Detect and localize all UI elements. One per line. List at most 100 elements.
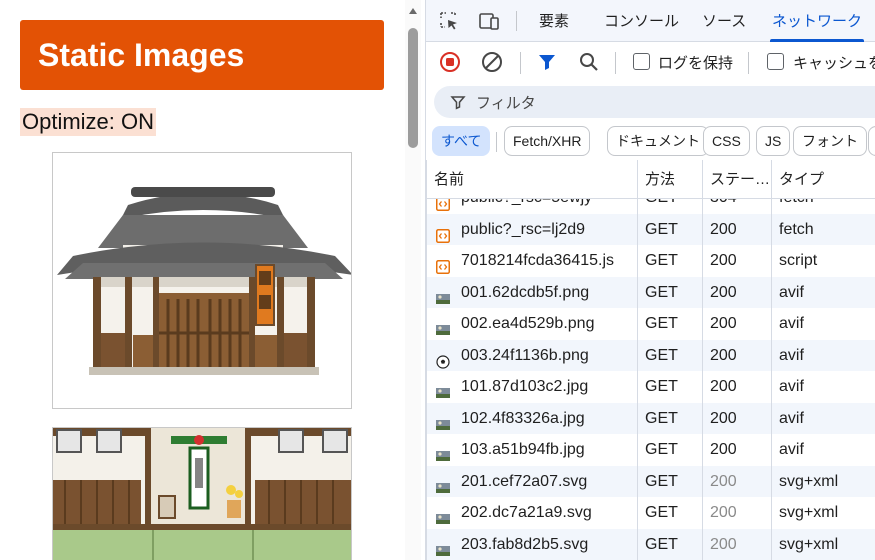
- chip-all[interactable]: すべて: [432, 126, 491, 156]
- request-name: 003.24f1136b.png: [461, 346, 589, 364]
- page-title: Static Images: [20, 20, 384, 90]
- column-name[interactable]: 名前: [426, 160, 464, 199]
- request-status: 200: [710, 441, 737, 458]
- request-method: GET: [645, 315, 678, 332]
- column-divider: [426, 160, 427, 560]
- request-type: avif: [779, 283, 804, 301]
- filter-funnel-icon[interactable]: [535, 50, 559, 74]
- filter-input[interactable]: フィルタ: [434, 86, 875, 118]
- image-thumb-icon: [436, 538, 450, 556]
- request-rows: public?_rsc=5ewjyGET304fetchpublic?_rsc=…: [426, 182, 875, 560]
- request-name: 201.cef72a07.svg: [461, 472, 588, 490]
- dojo-image: [52, 152, 352, 409]
- preserve-log-checkbox[interactable]: [633, 53, 650, 70]
- chip-js[interactable]: JS: [756, 126, 791, 156]
- tatami-room-image: [52, 427, 352, 560]
- chip-more[interactable]: [868, 126, 875, 156]
- request-method: GET: [645, 409, 678, 427]
- disable-cache-label: キャッシュを無: [793, 55, 875, 72]
- request-status: 200: [710, 220, 737, 238]
- disable-cache-checkbox[interactable]: [767, 53, 784, 70]
- request-name: 7018214fcda36415.js: [461, 252, 615, 269]
- network-toolbar: ログを保持 キャッシュを無: [426, 42, 875, 82]
- table-row[interactable]: 201.cef72a07.svg GET 200 svg+xml: [426, 465, 875, 497]
- request-method: GET: [645, 220, 678, 238]
- request-method: GET: [645, 441, 678, 458]
- soccer-ball-icon: [436, 349, 450, 369]
- request-method: GET: [645, 378, 678, 395]
- toolbar-separator: [520, 52, 521, 74]
- column-divider[interactable]: [771, 160, 772, 560]
- column-divider[interactable]: [702, 160, 703, 560]
- request-status: 200: [710, 409, 737, 427]
- request-status: 200: [710, 472, 737, 490]
- table-row[interactable]: 103.a51b94fb.jpg GET 200 avif: [426, 434, 875, 466]
- table-row[interactable]: 7018214fcda36415.js GET 200 script: [426, 245, 875, 277]
- page-scrollbar-thumb[interactable]: [408, 28, 418, 148]
- device-toolbar-icon[interactable]: [478, 10, 500, 32]
- column-type[interactable]: タイプ: [771, 160, 824, 199]
- request-method: GET: [645, 283, 678, 301]
- request-type: avif: [779, 346, 804, 364]
- table-row[interactable]: public?_rsc=lj2d9 GET 200 fetch: [426, 213, 875, 245]
- tab-separator: [516, 11, 517, 31]
- chip-separator: [496, 132, 497, 152]
- request-type: avif: [779, 378, 804, 395]
- request-type: avif: [779, 441, 804, 458]
- page-scrollbar[interactable]: [405, 0, 421, 560]
- image-thumb-icon: [436, 443, 450, 461]
- request-type: avif: [779, 315, 804, 332]
- request-type: svg+xml: [779, 504, 839, 521]
- column-status[interactable]: ステー…: [702, 160, 770, 199]
- table-header: 名前 方法 ステー… タイプ: [426, 160, 875, 199]
- request-status: 200: [710, 346, 737, 364]
- table-row[interactable]: 002.ea4d529b.png GET 200 avif: [426, 308, 875, 340]
- tab-console[interactable]: コンソール: [604, 0, 679, 42]
- request-type: svg+xml: [779, 535, 839, 553]
- request-status: 200: [710, 535, 737, 553]
- request-name: 001.62dcdb5f.png: [461, 283, 590, 301]
- request-method: GET: [645, 535, 678, 553]
- request-name: 002.ea4d529b.png: [461, 315, 595, 332]
- stop-recording-icon[interactable]: [438, 50, 462, 74]
- request-name: 202.dc7a21a9.svg: [461, 504, 592, 521]
- image-thumb-icon: [436, 506, 450, 524]
- toolbar-separator: [615, 52, 616, 74]
- network-request-table: 名前 方法 ステー… タイプ public?_rsc=5ewjyGET304fe…: [426, 160, 875, 560]
- chip-document[interactable]: ドキュメント: [607, 126, 709, 156]
- request-method: GET: [645, 252, 678, 269]
- table-row[interactable]: 203.fab8d2b5.svg GET 200 svg+xml: [426, 528, 875, 560]
- request-status: 200: [710, 315, 737, 332]
- request-status: 200: [710, 283, 737, 301]
- image-thumb-icon: [436, 286, 450, 304]
- code-file-icon: [436, 223, 450, 243]
- request-name: 203.fab8d2b5.svg: [461, 535, 589, 553]
- chip-css[interactable]: CSS: [703, 126, 750, 156]
- inspect-element-icon[interactable]: [438, 10, 460, 32]
- image-thumb-icon: [436, 475, 450, 493]
- table-row[interactable]: 202.dc7a21a9.svg GET 200 svg+xml: [426, 497, 875, 529]
- table-row[interactable]: 001.62dcdb5f.png GET 200 avif: [426, 276, 875, 308]
- clear-icon[interactable]: [480, 50, 504, 74]
- screen: Static Images Optimize: ON 要素 コンソール ソース …: [0, 0, 875, 560]
- preserve-log-label: ログを保持: [658, 55, 734, 72]
- column-divider[interactable]: [637, 160, 638, 560]
- table-row[interactable]: 102.4f83326a.jpg GET 200 avif: [426, 402, 875, 434]
- tab-sources[interactable]: ソース: [702, 0, 746, 42]
- chip-font[interactable]: フォント: [793, 126, 867, 156]
- chip-fetch-xhr[interactable]: Fetch/XHR: [504, 126, 591, 156]
- toolbar-separator: [748, 52, 749, 74]
- scroll-up-arrow-icon[interactable]: [409, 8, 417, 14]
- search-icon[interactable]: [577, 50, 601, 74]
- image-thumb-icon: [436, 412, 450, 430]
- table-row[interactable]: 101.87d103c2.jpg GET 200 avif: [426, 371, 875, 403]
- tab-elements[interactable]: 要素: [539, 0, 569, 42]
- table-row[interactable]: 003.24f1136b.png GET 200 avif: [426, 339, 875, 371]
- column-method[interactable]: 方法: [637, 160, 675, 199]
- filter-icon: [450, 96, 466, 110]
- tab-network[interactable]: ネットワーク: [769, 0, 865, 42]
- request-method: GET: [645, 504, 678, 521]
- request-type: script: [779, 252, 818, 269]
- dojo-illustration: [57, 187, 351, 375]
- filter-placeholder: フィルタ: [476, 95, 536, 112]
